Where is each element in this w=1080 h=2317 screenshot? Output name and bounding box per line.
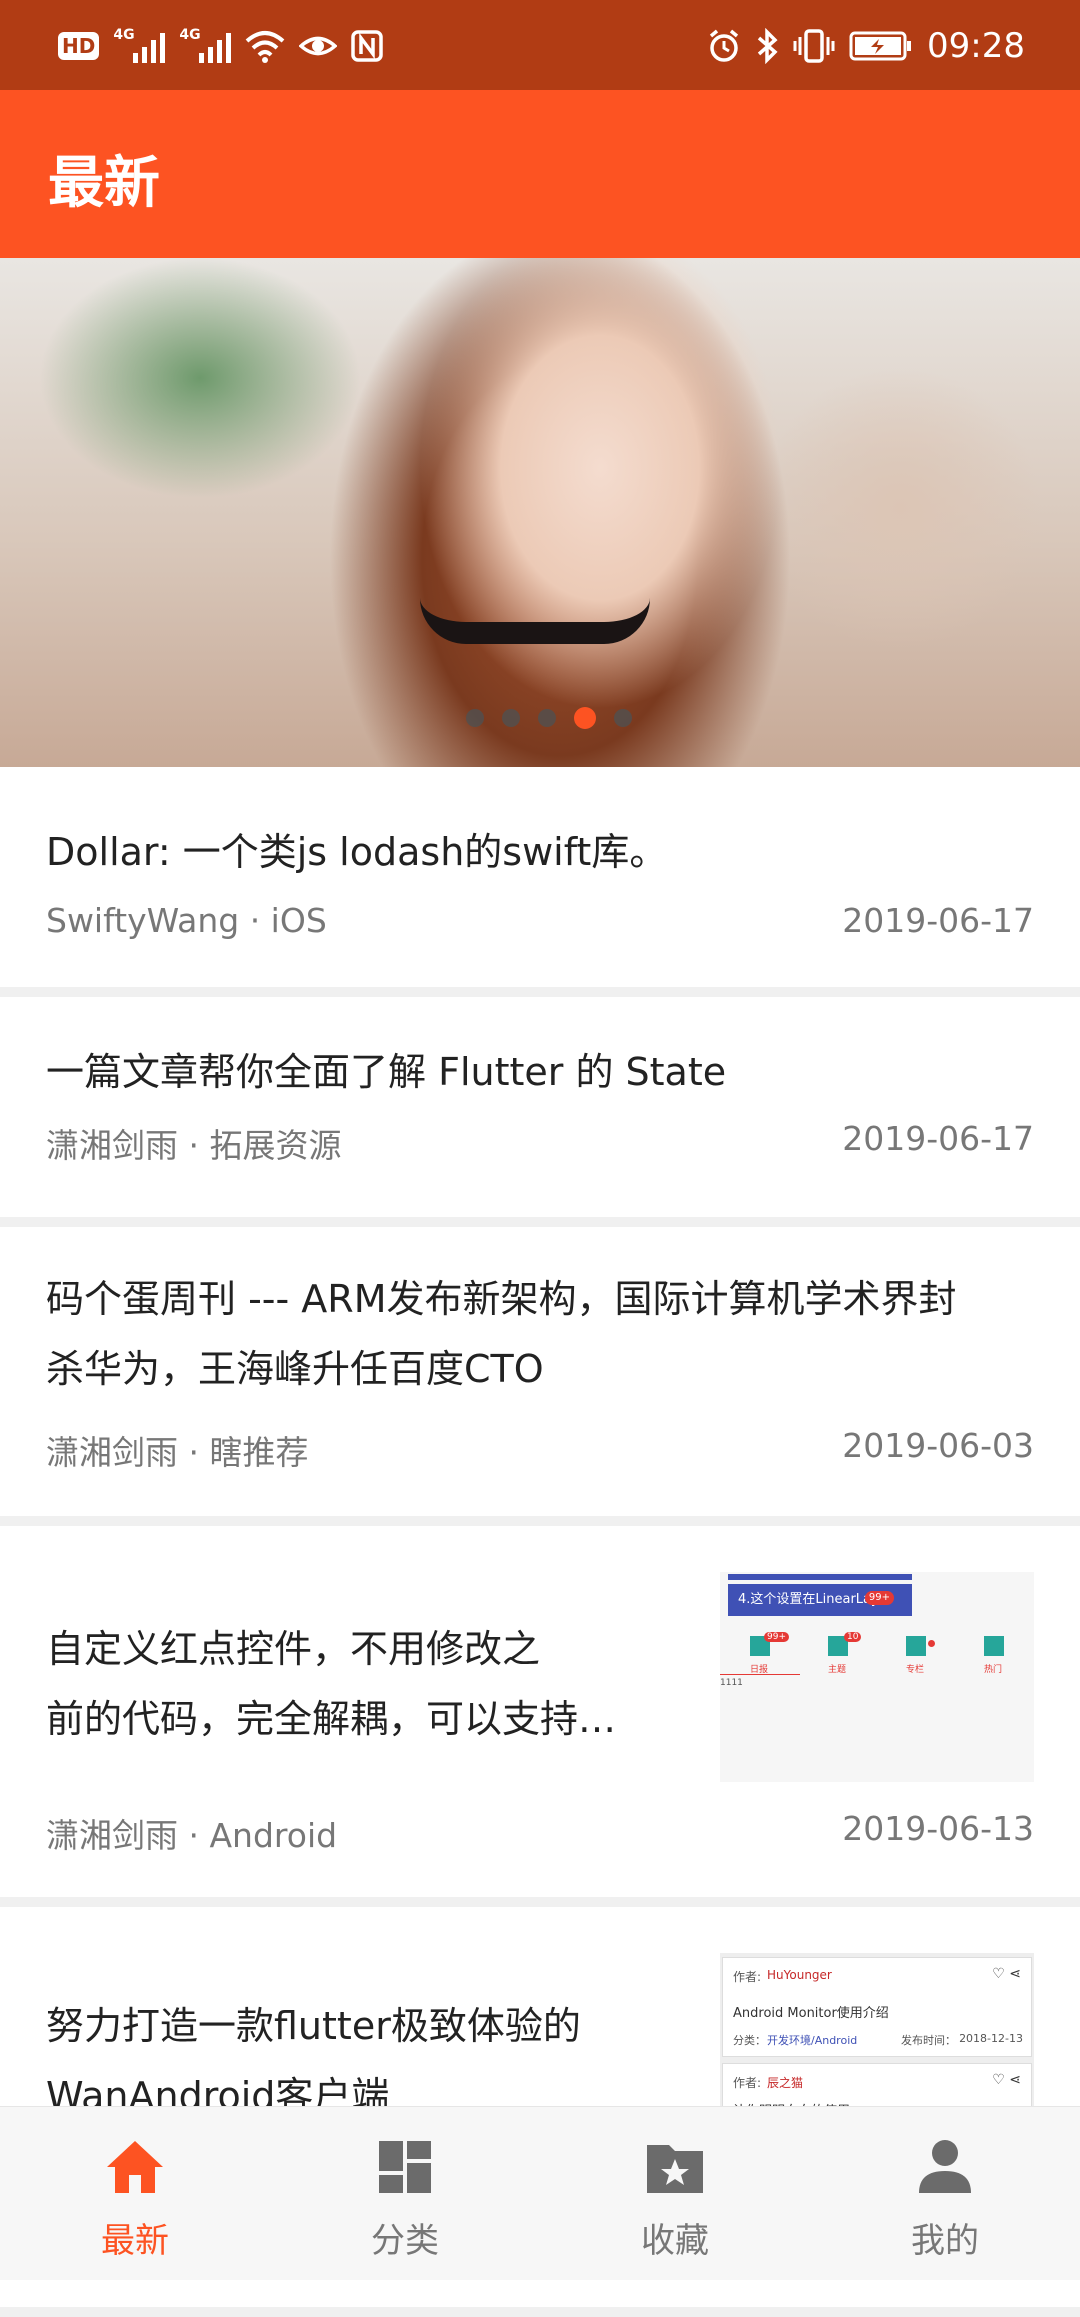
nav-label: 最新: [101, 2221, 169, 2261]
nfc-icon: [351, 30, 384, 62]
article-card[interactable]: 码个蛋周刊 --- ARM发布新架构，国际计算机学术界封 杀华为，王海峰升任百度…: [0, 1227, 1080, 1516]
article-title-line1: 码个蛋周刊 --- ARM发布新架构，国际计算机学术界封: [46, 1277, 957, 1321]
thumb-author: HuYounger: [767, 1968, 832, 1982]
nav-item-mine[interactable]: 我的: [810, 2107, 1080, 2280]
folder-star-icon: [647, 2145, 703, 2193]
article-meta: SwiftyWang · iOS: [46, 901, 327, 940]
eye-icon: [299, 36, 338, 56]
nav-item-favorites[interactable]: 收藏: [540, 2107, 810, 2280]
thumb-category: 开发环境/Android: [767, 2034, 858, 2047]
article-date: 2019-06-13: [842, 1809, 1034, 1848]
thumb-author: 辰之猫: [767, 2076, 804, 2090]
carousel-dot: [502, 709, 520, 727]
status-icons-left: HD 4G 4G: [58, 24, 384, 68]
wifi-icon: [246, 31, 285, 63]
page-title: 最新: [48, 151, 160, 216]
article-date: 2019-06-03: [842, 1426, 1034, 1465]
dashboard-icon: [379, 2141, 431, 2193]
article-card[interactable]: 自定义红点控件，不用修改之 前的代码，完全解耦，可以支持… 潇湘剑雨 · And…: [0, 1526, 1080, 1897]
article-title-line2: 杀华为，王海峰升任百度CTO: [46, 1347, 544, 1391]
thumb-item-2: 主题: [828, 1665, 847, 1675]
article-list: Dollar: 一个类js lodash的swift库。 SwiftyWang …: [0, 767, 1080, 2317]
person-icon: [919, 2140, 971, 2193]
article-meta: 潇湘剑雨 · 拓展资源: [46, 1126, 342, 1165]
carousel-dot: [466, 709, 484, 727]
carousel-indicator: [0, 707, 1080, 731]
signal-icon-2: 4G: [179, 27, 232, 63]
alarm-icon: [709, 29, 739, 62]
battery-icon: [849, 31, 912, 61]
bluetooth-icon: [757, 28, 778, 64]
banner-carousel[interactable]: [0, 258, 1080, 767]
nav-item-category[interactable]: 分类: [270, 2107, 540, 2280]
article-thumbnail: 作者: HuYounger ♡ ⋖ Android Monitor使用介绍 分类…: [720, 1953, 1034, 2113]
home-icon: [107, 2141, 163, 2193]
article-date: 2019-06-17: [842, 1119, 1034, 1158]
article-title-line1: 努力打造一款flutter极致体验的: [46, 2004, 581, 2048]
banner-image-detail: [420, 598, 650, 644]
thumb-badge-2: 10: [844, 1632, 862, 1642]
clock: 09:28: [927, 26, 1025, 66]
heart-share-icons: ♡ ⋖: [992, 2072, 1021, 2088]
article-date: 2019-06-17: [842, 901, 1034, 940]
signal-icon: 4G: [113, 27, 166, 63]
thumb-item-3: 专栏: [906, 1665, 925, 1675]
carousel-dot: [538, 709, 556, 727]
nav-item-latest[interactable]: 最新: [0, 2107, 270, 2280]
heart-share-icons: ♡ ⋖: [992, 1966, 1021, 1982]
article-card[interactable]: 一篇文章帮你全面了解 Flutter 的 State 潇湘剑雨 · 拓展资源 2…: [0, 997, 1080, 1217]
bottom-navigation: 最新 分类 收藏 我的: [0, 2106, 1080, 2280]
thumb-footer: 1111: [720, 1678, 743, 1688]
article-title: 一篇文章帮你全面了解 Flutter 的 State: [46, 1050, 727, 1094]
carousel-dot: [614, 709, 632, 727]
thumb-header: 4.这个设置在LinearLay: [738, 1592, 879, 1607]
vibrate-icon: [793, 29, 835, 63]
article-meta: 潇湘剑雨 · Android: [46, 1816, 338, 1855]
nav-label: 分类: [371, 2221, 439, 2261]
carousel-dot-active: [574, 707, 596, 729]
thumb-item-4: 热门: [984, 1665, 1003, 1675]
article-meta: 潇湘剑雨 · 瞎推荐: [46, 1433, 309, 1472]
article-title-line1: 自定义红点控件，不用修改之: [46, 1627, 541, 1671]
article-title-line2: 前的代码，完全解耦，可以支持…: [46, 1697, 617, 1741]
thumb-badge-1: 99+: [764, 1632, 789, 1642]
app-bar: 最新: [0, 90, 1080, 258]
article-thumbnail: 4.这个设置在LinearLay 99+ 99+ 日报 10 主题 专栏 热门 …: [720, 1572, 1034, 1782]
hd-icon: HD: [58, 32, 100, 60]
status-bar: HD 4G 4G 09:28: [0, 0, 1080, 90]
thumb-badge: 99+: [864, 1591, 894, 1605]
nav-label: 收藏: [641, 2221, 709, 2261]
thumb-date: 2018-12-13: [959, 2032, 1023, 2045]
article-card[interactable]: Dollar: 一个类js lodash的swift库。 SwiftyWang …: [0, 767, 1080, 987]
status-icons-right: 09:28: [707, 22, 1025, 70]
thumb-title: Android Monitor使用介绍: [733, 2006, 889, 2021]
article-title: Dollar: 一个类js lodash的swift库。: [46, 830, 668, 874]
nav-label: 我的: [911, 2221, 979, 2261]
